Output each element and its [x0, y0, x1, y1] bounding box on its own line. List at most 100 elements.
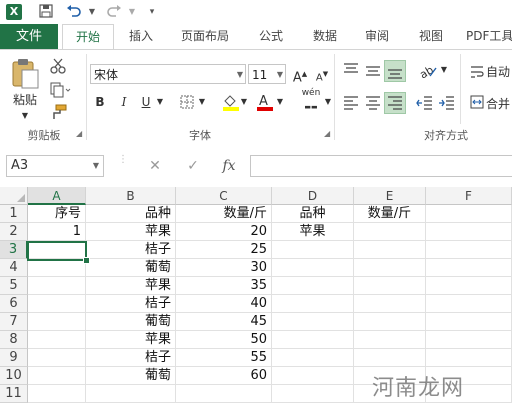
grow-font-button[interactable]: A▲ [292, 64, 308, 88]
orientation-dropdown-icon[interactable]: ▼ [440, 60, 448, 80]
row-header-10[interactable]: 10 [0, 367, 28, 385]
border-icon[interactable] [180, 95, 194, 109]
tab-data[interactable]: 数据 [302, 24, 348, 49]
tab-view[interactable]: 视图 [408, 24, 454, 49]
tab-review[interactable]: 审阅 [354, 24, 400, 49]
phonetic-button[interactable]: wén ▬▬ [298, 86, 324, 114]
orientation-icon[interactable]: ab [417, 62, 438, 81]
name-box[interactable]: A3 ▼ [6, 155, 104, 177]
cell-b7[interactable]: 葡萄 [86, 313, 176, 331]
shrink-font-button[interactable]: A▼ [314, 64, 330, 88]
cell-e3[interactable] [354, 241, 426, 259]
cancel-icon[interactable]: ✕ [140, 155, 170, 177]
tab-insert[interactable]: 插入 [118, 24, 164, 49]
cut-icon[interactable] [50, 58, 66, 74]
cell-a11[interactable] [28, 385, 86, 403]
cell-b9[interactable]: 桔子 [86, 349, 176, 367]
underline-button[interactable]: U [138, 92, 154, 112]
cell-c6[interactable]: 40 [176, 295, 272, 313]
fill-handle[interactable] [83, 257, 90, 264]
border-dropdown-icon[interactable]: ▼ [198, 92, 206, 112]
cell-e6[interactable] [354, 295, 426, 313]
paste-dropdown-icon[interactable]: ▼ [10, 106, 40, 126]
merge-center-icon[interactable] [470, 94, 484, 110]
cell-a9[interactable] [28, 349, 86, 367]
cell-c3[interactable]: 25 [176, 241, 272, 259]
column-header-b[interactable]: B [86, 187, 176, 205]
align-bottom-icon[interactable] [384, 60, 406, 82]
row-header-11[interactable]: 11 [0, 385, 28, 403]
cell-a5[interactable] [28, 277, 86, 295]
cell-f8[interactable] [426, 331, 512, 349]
cell-f1[interactable] [426, 205, 512, 223]
cell-c9[interactable]: 55 [176, 349, 272, 367]
redo-icon[interactable] [106, 4, 122, 20]
increase-indent-icon[interactable] [438, 94, 456, 112]
cell-e1[interactable]: 数量/斤 [354, 205, 426, 223]
tab-file[interactable]: 文件 [0, 24, 58, 49]
column-header-c[interactable]: C [176, 187, 272, 205]
cell-d2[interactable]: 苹果 [272, 223, 354, 241]
cell-e2[interactable] [354, 223, 426, 241]
align-middle-icon[interactable] [364, 62, 382, 80]
fill-color-icon[interactable] [222, 93, 240, 111]
cell-f9[interactable] [426, 349, 512, 367]
row-header-1[interactable]: 1 [0, 205, 28, 223]
tab-page-layout[interactable]: 页面布局 [172, 24, 238, 49]
column-header-e[interactable]: E [354, 187, 426, 205]
clipboard-launcher-icon[interactable]: ◢ [76, 130, 84, 138]
cell-e7[interactable] [354, 313, 426, 331]
cell-c10[interactable]: 60 [176, 367, 272, 385]
format-painter-icon[interactable] [50, 104, 68, 120]
enter-icon[interactable]: ✓ [178, 155, 208, 177]
cell-c5[interactable]: 35 [176, 277, 272, 295]
redo-dropdown-icon[interactable]: ▼ [124, 4, 140, 20]
cell-e9[interactable] [354, 349, 426, 367]
tab-formulas[interactable]: 公式 [248, 24, 294, 49]
cell-c1[interactable]: 数量/斤 [176, 205, 272, 223]
row-header-3[interactable]: 3 [0, 241, 28, 259]
row-header-6[interactable]: 6 [0, 295, 28, 313]
cell-b1[interactable]: 品种 [86, 205, 176, 223]
cell-a4[interactable] [28, 259, 86, 277]
tab-pdf-tools[interactable]: PDF工具 [466, 24, 512, 49]
formula-input[interactable] [250, 155, 512, 177]
cell-d8[interactable] [272, 331, 354, 349]
cell-a8[interactable] [28, 331, 86, 349]
underline-dropdown-icon[interactable]: ▼ [156, 92, 164, 112]
font-size-select[interactable]: 11 ▼ [248, 64, 286, 84]
copy-icon[interactable] [50, 82, 72, 98]
cell-e8[interactable] [354, 331, 426, 349]
cell-d4[interactable] [272, 259, 354, 277]
fill-color-dropdown-icon[interactable]: ▼ [240, 92, 248, 112]
row-header-5[interactable]: 5 [0, 277, 28, 295]
cell-e5[interactable] [354, 277, 426, 295]
tab-home[interactable]: 开始 [62, 24, 114, 51]
cell-d7[interactable] [272, 313, 354, 331]
cell-d11[interactable] [272, 385, 354, 403]
merge-center-button[interactable]: 合并 [486, 94, 512, 114]
phonetic-dropdown-icon[interactable]: ▼ [324, 92, 332, 112]
cell-a6[interactable] [28, 295, 86, 313]
column-header-f[interactable]: F [426, 187, 512, 205]
cell-c8[interactable]: 50 [176, 331, 272, 349]
cell-b11[interactable] [86, 385, 176, 403]
font-color-icon[interactable]: A [256, 92, 274, 112]
font-launcher-icon[interactable]: ◢ [324, 130, 332, 138]
cell-b8[interactable]: 苹果 [86, 331, 176, 349]
row-header-4[interactable]: 4 [0, 259, 28, 277]
customize-toolbar-icon[interactable]: ▾ [144, 4, 160, 20]
cell-f7[interactable] [426, 313, 512, 331]
cell-f5[interactable] [426, 277, 512, 295]
wrap-text-button[interactable]: 自动 [486, 62, 512, 82]
bold-button[interactable]: B [92, 92, 108, 112]
cell-f3[interactable] [426, 241, 512, 259]
cell-d3[interactable] [272, 241, 354, 259]
cell-c4[interactable]: 30 [176, 259, 272, 277]
font-name-select[interactable]: 宋体 ▼ [90, 64, 246, 84]
select-all-button[interactable] [0, 187, 28, 205]
align-left-icon[interactable] [342, 94, 360, 112]
cell-f2[interactable] [426, 223, 512, 241]
column-header-d[interactable]: D [272, 187, 354, 205]
cell-b6[interactable]: 桔子 [86, 295, 176, 313]
